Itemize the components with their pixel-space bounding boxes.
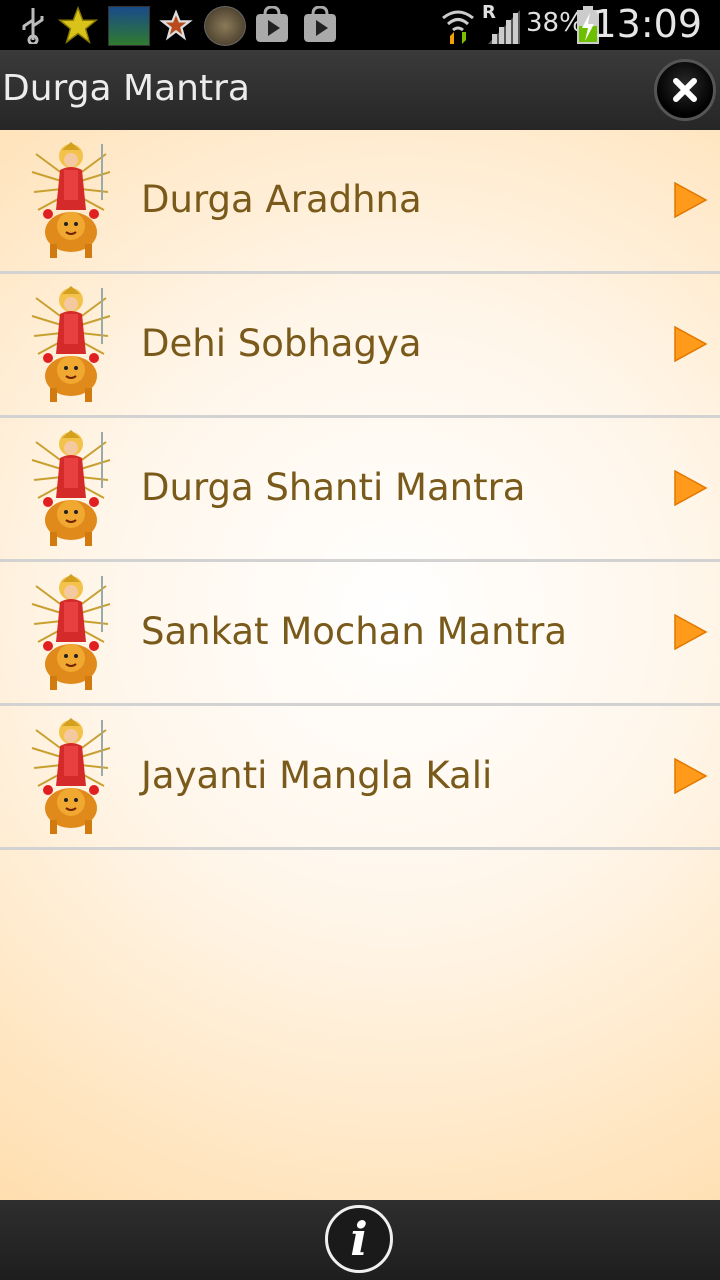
list-item-label: Jayanti Mangla Kali [141, 754, 493, 797]
durga-image-icon [31, 286, 111, 402]
play-arrow-icon [674, 326, 708, 362]
durga-image-icon [31, 142, 111, 258]
signal-icon [488, 10, 520, 44]
list-item-1[interactable]: Dehi Sobhagya [0, 274, 720, 418]
list-item-0[interactable]: Durga Aradhna [0, 130, 720, 274]
close-button[interactable] [654, 59, 716, 121]
page-title: Durga Mantra [2, 68, 250, 109]
info-icon: i [350, 1212, 368, 1266]
list-item-label: Durga Shanti Mantra [141, 466, 526, 509]
list-item-4[interactable]: Jayanti Mangla Kali [0, 706, 720, 850]
play-store-icon [304, 6, 336, 42]
durga-image-icon [31, 430, 111, 546]
status-bar: R 38% 13:09 [0, 0, 720, 50]
list-item-label: Dehi Sobhagya [141, 322, 422, 365]
bottom-bar: i [0, 1200, 720, 1280]
mantra-list: Durga Aradhna Dehi Sobhagya Durga Shanti… [0, 130, 720, 1200]
play-arrow-icon [674, 470, 708, 506]
star-icon [58, 6, 98, 44]
star-outline-icon [159, 9, 193, 41]
list-item-label: Sankat Mochan Mantra [141, 610, 568, 653]
info-button[interactable]: i [325, 1205, 393, 1273]
list-item-3[interactable]: Sankat Mochan Mantra [0, 562, 720, 706]
durga-image-icon [31, 718, 111, 834]
title-bar: Durga Mantra [0, 50, 720, 131]
usb-icon [22, 8, 44, 44]
app-thumbnail-icon [108, 6, 150, 46]
clock: 13:09 [592, 2, 702, 46]
list-item-label: Durga Aradhna [141, 178, 422, 221]
close-icon [673, 78, 697, 102]
durga-image-icon [31, 574, 111, 690]
wifi-icon [442, 10, 474, 44]
play-arrow-icon [674, 758, 708, 794]
play-store-icon [256, 6, 288, 42]
play-arrow-icon [674, 614, 708, 650]
list-item-2[interactable]: Durga Shanti Mantra [0, 418, 720, 562]
app-thumbnail-icon [204, 6, 246, 46]
play-arrow-icon [674, 182, 708, 218]
